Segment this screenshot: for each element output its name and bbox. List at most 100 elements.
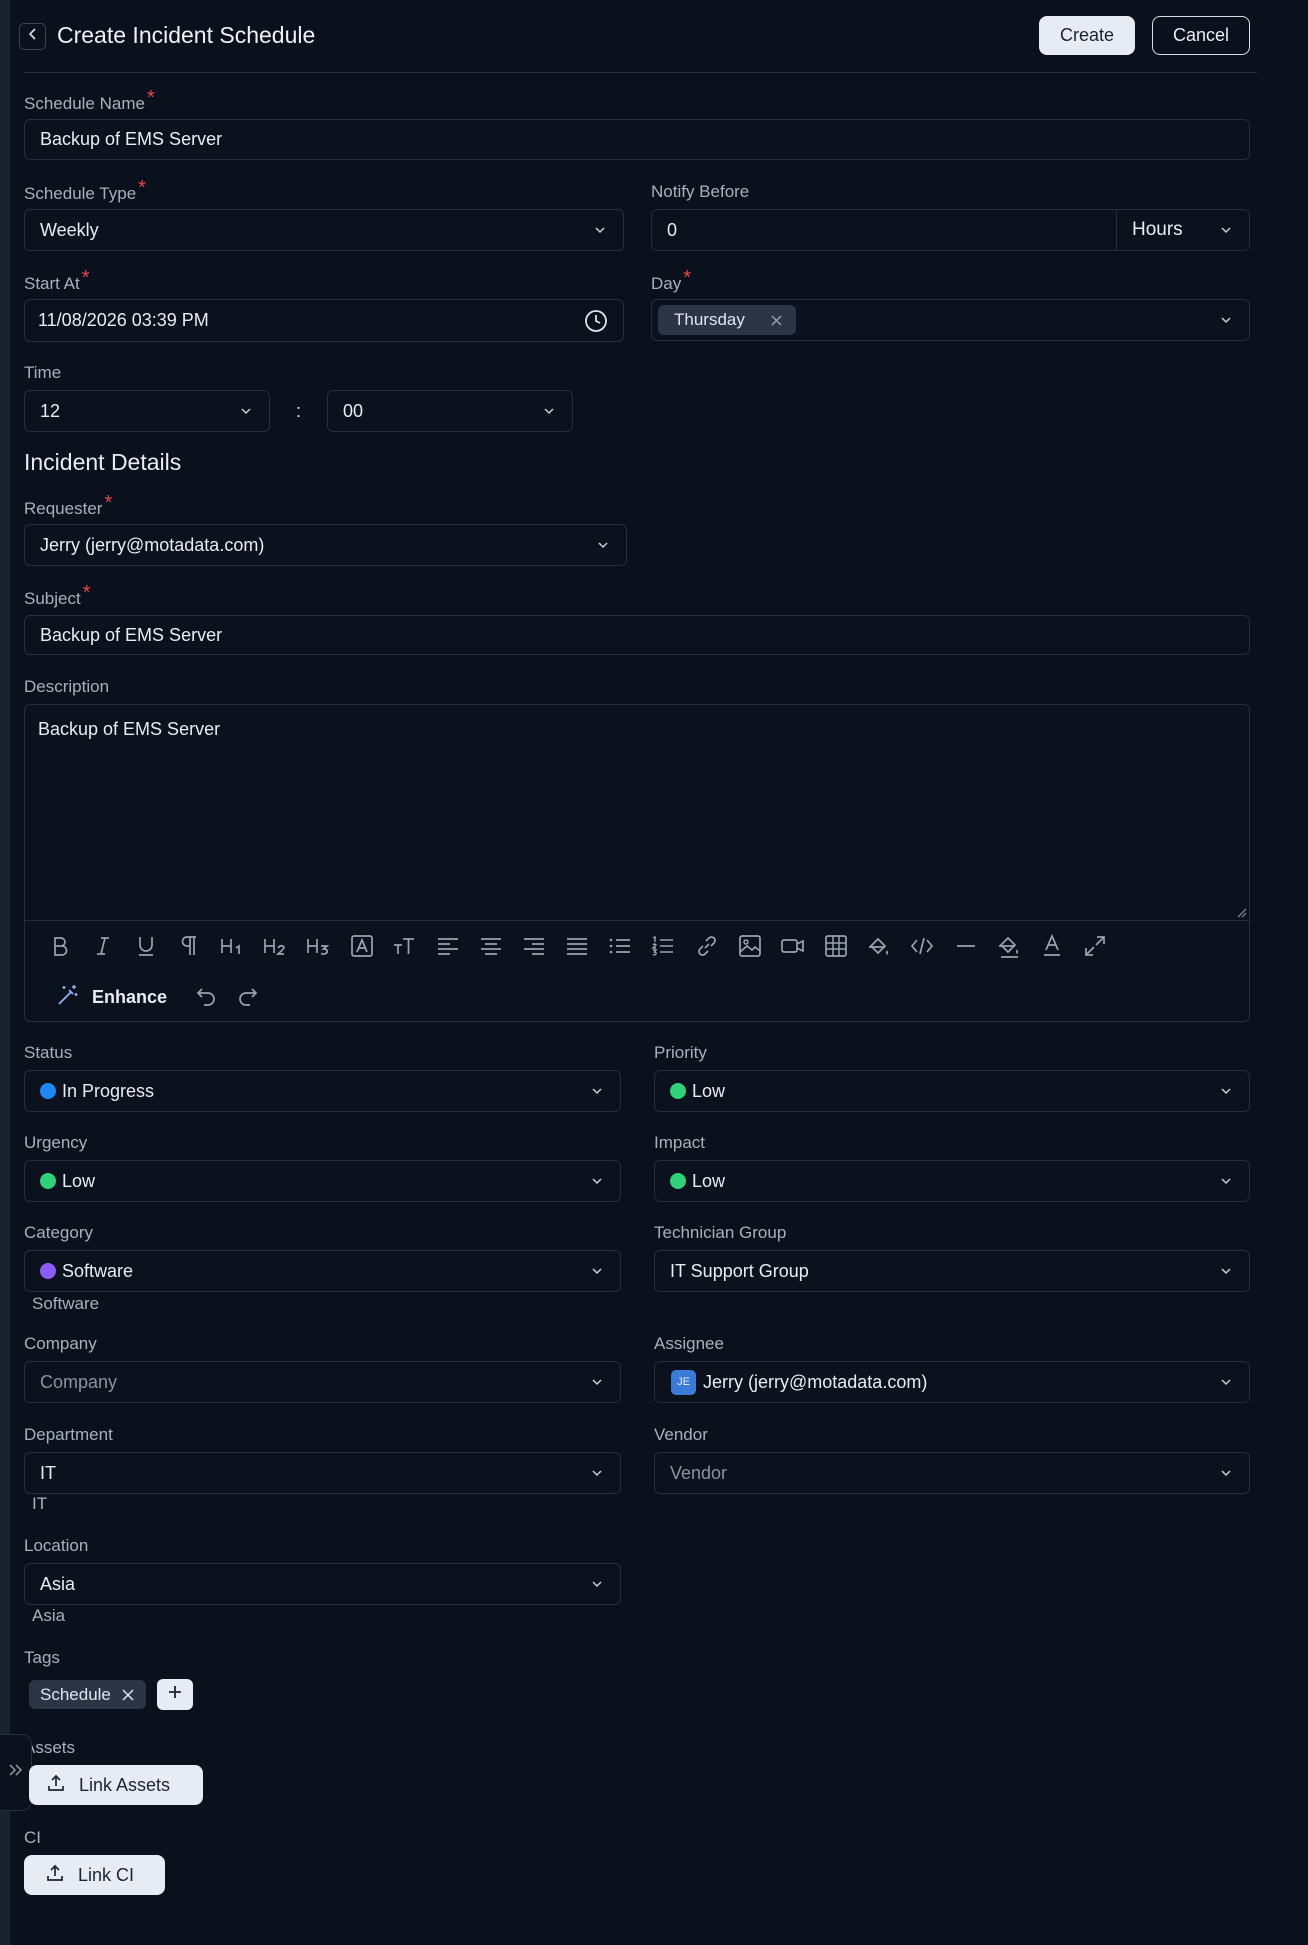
chevron-down-icon: [1218, 1083, 1234, 1099]
chevron-down-icon: [1218, 1374, 1234, 1390]
notify-unit-select[interactable]: Hours: [1116, 209, 1250, 251]
h2-icon[interactable]: [262, 933, 288, 959]
subject-label: Subject *: [24, 582, 91, 608]
chevron-down-icon: [589, 1263, 605, 1279]
company-label: Company: [24, 1334, 97, 1353]
upload-icon: [47, 1774, 65, 1797]
status-label: Status: [24, 1043, 73, 1062]
priority-select[interactable]: Low: [654, 1070, 1250, 1112]
enhance-button[interactable]: Enhance: [56, 983, 167, 1012]
back-button[interactable]: [19, 23, 46, 50]
h1-icon[interactable]: [219, 933, 245, 959]
assignee-label: Assignee: [654, 1334, 724, 1353]
align-right-icon[interactable]: [521, 933, 547, 959]
notify-before-input[interactable]: 0: [651, 209, 1117, 251]
day-select[interactable]: Thursday: [651, 299, 1250, 341]
upload-icon: [46, 1864, 64, 1887]
chevron-down-icon: [595, 537, 611, 553]
status-select[interactable]: In Progress: [24, 1070, 621, 1112]
cancel-button[interactable]: Cancel: [1152, 16, 1250, 55]
chevron-down-icon: [589, 1083, 605, 1099]
chevron-down-icon: [1218, 1465, 1234, 1481]
close-icon[interactable]: [771, 315, 782, 326]
enhance-label: Enhance: [92, 987, 168, 1007]
italic-icon[interactable]: [90, 933, 116, 959]
bullet-list-icon[interactable]: [607, 933, 633, 959]
schedule-name-label: Schedule Name *: [24, 87, 155, 113]
underline-icon[interactable]: [133, 933, 159, 959]
page-title: Create Incident Schedule: [57, 22, 316, 48]
category-dot: [40, 1263, 56, 1279]
vendor-select[interactable]: Vendor: [654, 1452, 1250, 1494]
location-select[interactable]: Asia: [24, 1563, 621, 1605]
schedule-type-select[interactable]: Weekly: [24, 209, 624, 251]
create-button[interactable]: Create: [1039, 16, 1135, 55]
align-center-icon[interactable]: [478, 933, 504, 959]
header-divider: [24, 72, 1257, 73]
fullscreen-icon[interactable]: [1082, 933, 1108, 959]
impact-dot: [670, 1173, 686, 1189]
numbered-list-icon[interactable]: [650, 933, 676, 959]
urgency-label: Urgency: [24, 1133, 88, 1152]
time-minute-select[interactable]: 00: [327, 390, 573, 432]
sidebar-expand-tab[interactable]: [0, 1734, 32, 1811]
close-icon[interactable]: [122, 1688, 134, 1701]
notify-before-label: Notify Before: [651, 182, 750, 201]
link-icon[interactable]: [694, 933, 720, 959]
chevron-down-icon: [1218, 1173, 1234, 1189]
text-color-icon[interactable]: [1039, 933, 1065, 959]
department-select[interactable]: IT: [24, 1452, 621, 1494]
redo-icon[interactable]: [236, 984, 260, 1008]
resize-handle-icon[interactable]: [1235, 906, 1247, 918]
bold-icon[interactable]: [47, 933, 73, 959]
text-size-icon[interactable]: [391, 933, 417, 959]
align-left-icon[interactable]: [435, 933, 461, 959]
requester-label: Requester *: [24, 492, 113, 518]
code-icon[interactable]: [909, 933, 935, 959]
priority-dot: [670, 1083, 686, 1099]
horizontal-rule-icon[interactable]: [953, 933, 979, 959]
description-textarea[interactable]: Backup of EMS Server: [25, 705, 1249, 921]
chevron-down-icon: [589, 1173, 605, 1189]
requester-select[interactable]: Jerry (jerry@motadata.com): [24, 524, 627, 566]
chevron-down-icon: [1218, 1263, 1234, 1279]
chevron-down-icon: [589, 1576, 605, 1592]
category-path: Software: [32, 1294, 100, 1313]
description-editor: Backup of EMS Server: [24, 704, 1250, 1022]
link-assets-button[interactable]: Link Assets: [29, 1765, 203, 1805]
impact-select[interactable]: Low: [654, 1160, 1250, 1202]
chevron-down-icon: [592, 222, 608, 238]
image-icon[interactable]: [737, 933, 763, 959]
paragraph-icon[interactable]: [176, 933, 202, 959]
day-tag: Thursday: [658, 305, 796, 335]
add-tag-button[interactable]: [157, 1679, 193, 1710]
h3-icon[interactable]: [305, 933, 331, 959]
highlight-icon[interactable]: [996, 933, 1022, 959]
time-separator: :: [296, 401, 302, 421]
time-hour-select[interactable]: 12: [24, 390, 270, 432]
company-select[interactable]: Company: [24, 1361, 621, 1403]
align-justify-icon[interactable]: [564, 933, 590, 959]
font-box-icon[interactable]: [349, 933, 375, 959]
subject-input[interactable]: Backup of EMS Server: [24, 615, 1250, 655]
table-icon[interactable]: [823, 933, 849, 959]
schedule-name-input[interactable]: Backup of EMS Server: [24, 119, 1250, 160]
back-icon: [26, 27, 40, 46]
technician-group-select[interactable]: IT Support Group: [654, 1250, 1250, 1292]
ci-label: CI: [24, 1828, 41, 1847]
link-ci-button[interactable]: Link CI: [24, 1855, 165, 1895]
magic-wand-icon: [56, 983, 80, 1012]
location-path: Asia: [32, 1606, 66, 1625]
start-at-input[interactable]: 11/08/2026 03:39 PM: [24, 299, 624, 342]
status-dot: [40, 1083, 56, 1099]
department-label: Department: [24, 1425, 113, 1444]
category-select[interactable]: Software: [24, 1250, 621, 1292]
tag-chip: Schedule: [29, 1680, 146, 1709]
undo-icon[interactable]: [194, 984, 218, 1008]
technician-group-label: Technician Group: [654, 1223, 787, 1242]
video-icon[interactable]: [780, 933, 806, 959]
fill-color-icon[interactable]: [866, 933, 892, 959]
clock-icon[interactable]: [584, 309, 608, 333]
urgency-select[interactable]: Low: [24, 1160, 621, 1202]
assignee-select[interactable]: JE Jerry (jerry@motadata.com): [654, 1361, 1250, 1403]
